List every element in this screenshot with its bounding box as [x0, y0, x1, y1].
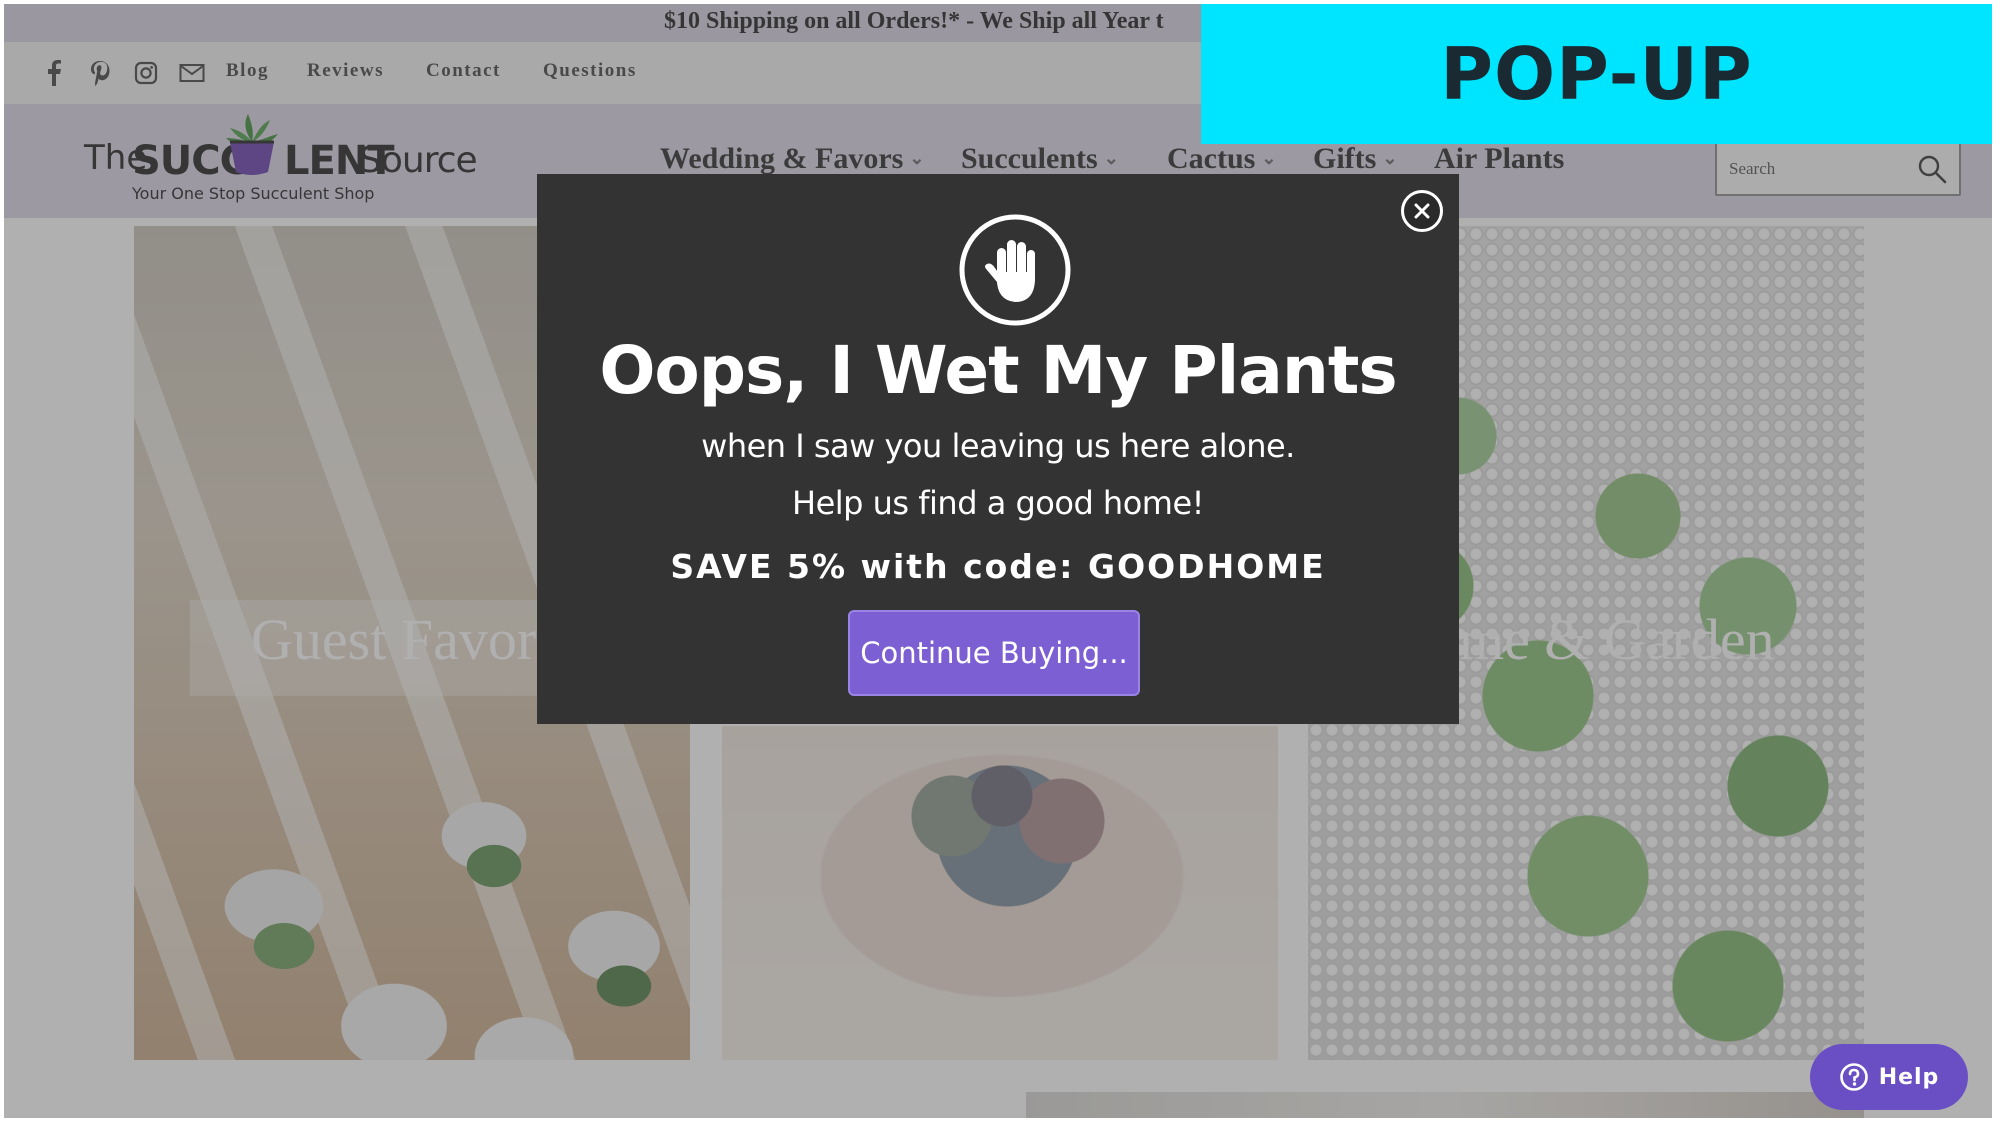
- popup-annotation-label: POP-UP: [1201, 4, 1992, 144]
- popup-discount-code: SAVE 5% with code: GOODHOME: [670, 547, 1326, 586]
- popup-title: Oops, I Wet My Plants: [599, 332, 1397, 409]
- close-icon: [1413, 202, 1431, 220]
- popup-line-1: when I saw you leaving us here alone.: [701, 427, 1295, 465]
- stop-hand-icon: [957, 212, 1073, 328]
- popup-annotation-text: POP-UP: [1440, 32, 1753, 116]
- popup-line-2: Help us find a good home!: [792, 484, 1204, 522]
- help-icon: [1839, 1062, 1869, 1092]
- continue-buying-button[interactable]: Continue Buying...: [848, 610, 1140, 696]
- page: $10 Shipping on all Orders!* - We Ship a…: [4, 4, 1992, 1118]
- help-label: Help: [1878, 1064, 1940, 1090]
- exit-intent-popup: Oops, I Wet My Plants when I saw you lea…: [537, 174, 1459, 724]
- help-button[interactable]: Help: [1810, 1044, 1968, 1110]
- close-button[interactable]: [1401, 190, 1443, 232]
